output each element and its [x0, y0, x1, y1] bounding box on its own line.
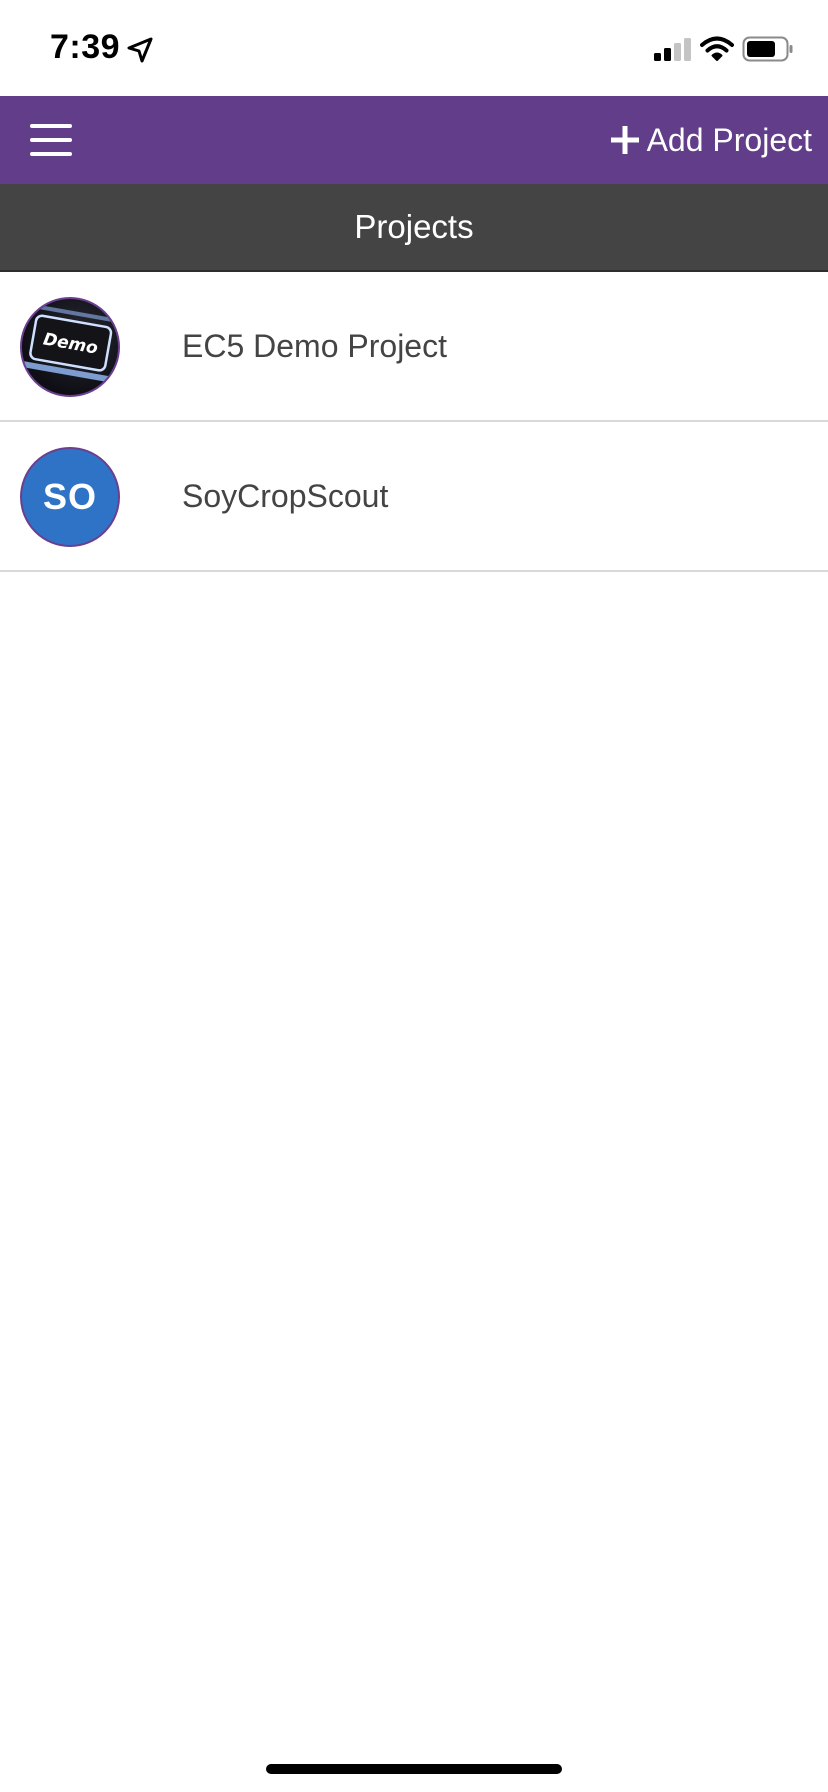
- location-arrow-icon: [127, 37, 153, 63]
- demo-project-avatar: Demo: [20, 297, 120, 397]
- hamburger-menu-icon[interactable]: [30, 124, 72, 156]
- add-project-label: Add Project: [646, 121, 812, 158]
- cellular-signal-icon: [654, 38, 691, 61]
- add-project-button[interactable]: Add Project: [610, 116, 812, 164]
- project-name: SoyCropScout: [182, 477, 389, 514]
- demo-key-image-icon: Demo: [22, 303, 118, 383]
- project-list: Demo EC5 Demo Project SO SoyCropScout: [0, 272, 828, 572]
- wifi-icon: [700, 36, 734, 61]
- title-bar: Projects: [0, 184, 828, 272]
- app-bar: Add Project: [0, 96, 828, 184]
- plus-icon: [610, 126, 639, 154]
- battery-icon: [742, 36, 793, 62]
- screen: 7:39 Add Project Projects Demo EC5 Demo …: [0, 0, 828, 1792]
- avatar-initials: SO: [42, 476, 97, 517]
- project-row-ec5-demo[interactable]: Demo EC5 Demo Project: [0, 272, 828, 422]
- home-indicator[interactable]: [266, 1764, 562, 1774]
- project-name: EC5 Demo Project: [182, 327, 447, 364]
- page-title: Projects: [354, 208, 474, 245]
- status-bar: 7:39: [0, 0, 828, 96]
- project-row-soycropscout[interactable]: SO SoyCropScout: [0, 422, 828, 572]
- soycropscout-avatar: SO: [20, 447, 120, 547]
- status-time: 7:39: [50, 28, 121, 66]
